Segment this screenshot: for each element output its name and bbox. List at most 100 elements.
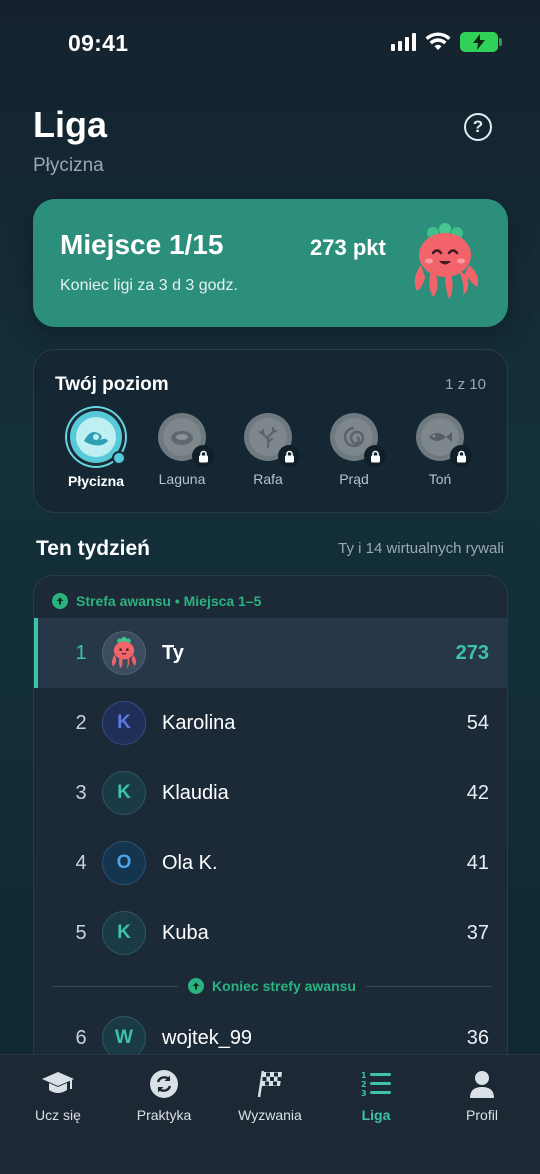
rank-points: 273 pkt (310, 235, 386, 260)
tab-wyzwania[interactable]: Wyzwania (216, 1069, 324, 1123)
divider (365, 985, 492, 987)
status-icons (391, 32, 502, 52)
league-subtitle: Płycizna (33, 155, 104, 176)
tab-label: Ucz się (35, 1107, 81, 1123)
arrow-up-circle-icon (52, 593, 68, 609)
svg-text:2: 2 (361, 1080, 367, 1089)
level-label: Płycizna (67, 473, 125, 489)
leaderboard-row[interactable]: 3 K Klaudia 42 (34, 758, 507, 828)
leaderboard-row[interactable]: 5 K Kuba 37 (34, 898, 507, 968)
rank-number: 3 (75, 781, 87, 804)
tab-bar: Ucz się Praktyka Wyzwania 1 2 3 Liga Pro… (0, 1054, 540, 1174)
leaderboard-row[interactable]: 4 O Ola K. 41 (34, 828, 507, 898)
promotion-zone-label: Strefa awansu • Miejsca 1–5 (76, 593, 262, 609)
current-icon (343, 426, 365, 448)
arrow-up-circle-icon (188, 978, 205, 994)
lock-icon (192, 445, 214, 467)
level-item-laguna[interactable]: Laguna (139, 413, 225, 487)
svg-text:3: 3 (361, 1089, 367, 1098)
help-button[interactable]: ? (464, 113, 492, 141)
promotion-zone-end: Koniec strefy awansu (52, 974, 492, 998)
level-card: Twój poziom 1 z 10 Płycizna Laguna Rafa … (33, 349, 508, 513)
coral-icon (258, 426, 278, 449)
lock-icon (364, 445, 386, 467)
player-points: 273 (455, 641, 489, 664)
signal-icon (391, 33, 416, 51)
level-label: Prąd (339, 471, 369, 487)
player-points: 54 (466, 711, 489, 734)
avatar: K (102, 771, 146, 815)
level-label: Rafa (253, 471, 283, 487)
tab-label: Wyzwania (238, 1107, 302, 1123)
wave-icon (84, 432, 108, 446)
tab-label: Praktyka (136, 1107, 192, 1123)
level-badge (330, 413, 386, 467)
battery-icon (460, 32, 502, 52)
rank-place: Miejsce 1/15 (60, 229, 224, 260)
promotion-zone-end-label: Koniec strefy awansu (212, 978, 356, 994)
tab-label: Liga (361, 1107, 391, 1123)
level-badge (70, 411, 126, 465)
week-subtitle: Ty i 14 wirtualnych rywali (338, 540, 504, 557)
player-name: Klaudia (162, 781, 229, 804)
player-name: wojtek_99 (162, 1026, 253, 1049)
lagoon-icon (171, 431, 193, 445)
rank-number: 6 (75, 1026, 87, 1049)
week-title: Ten tydzień (36, 537, 150, 560)
page-title: Liga (33, 104, 108, 145)
player-name: Ty (162, 641, 184, 664)
player-name: Kuba (162, 921, 209, 944)
rank-number: 4 (75, 851, 87, 874)
level-badge (416, 413, 472, 467)
level-badge (158, 413, 214, 467)
tab-liga[interactable]: 1 2 3 Liga (322, 1069, 430, 1123)
player-points: 36 (466, 1026, 489, 1049)
rank-number: 5 (75, 921, 87, 944)
refresh-icon (150, 1070, 178, 1098)
avatar: K (102, 701, 146, 745)
level-item-plycizna[interactable]: Płycizna (53, 411, 139, 489)
status-bar: 09:41 (0, 0, 540, 88)
level-item-prad[interactable]: Prąd (311, 413, 397, 487)
status-time: 09:41 (68, 30, 129, 56)
lock-icon (278, 445, 300, 467)
leaderboard-row[interactable]: 2 K Karolina 54 (34, 688, 507, 758)
fish-icon (429, 432, 452, 442)
avatar (102, 631, 146, 675)
level-count: 1 z 10 (445, 376, 486, 393)
current-level-dot (112, 451, 126, 465)
level-label: Laguna (158, 471, 206, 487)
person-icon (470, 1071, 494, 1098)
question-circle-icon: ? (472, 117, 484, 136)
avatar: K (102, 911, 146, 955)
octopus-avatar-icon (111, 636, 137, 669)
tab-profil[interactable]: Profil (428, 1069, 536, 1123)
svg-text:1: 1 (361, 1071, 367, 1080)
player-name: Ola K. (162, 851, 218, 874)
level-badge (244, 413, 300, 467)
level-title: Twój poziom (55, 374, 169, 395)
level-item-rafa[interactable]: Rafa (225, 413, 311, 487)
player-points: 41 (466, 851, 489, 874)
checkered-flag-icon (257, 1070, 282, 1098)
leaderboard-row-me[interactable]: 1 Ty 273 (34, 618, 507, 688)
tab-praktyka[interactable]: Praktyka (110, 1069, 218, 1123)
league-end-countdown: Koniec ligi za 3 d 3 godz. (60, 277, 238, 294)
promotion-zone-header: Strefa awansu • Miejsca 1–5 (52, 593, 261, 609)
player-name: Karolina (162, 711, 236, 734)
divider (52, 985, 179, 987)
avatar: O (102, 841, 146, 885)
player-points: 37 (466, 921, 489, 944)
level-label: Toń (428, 471, 452, 487)
octopus-mascot-icon (414, 223, 478, 299)
player-points: 42 (466, 781, 489, 804)
graduation-cap-icon (42, 1072, 74, 1093)
rank-number: 2 (75, 711, 87, 734)
level-item-ton[interactable]: Toń (397, 413, 483, 487)
rank-card: Miejsce 1/15 273 pkt Koniec ligi za 3 d … (33, 199, 508, 327)
tab-ucz-sie[interactable]: Ucz się (4, 1069, 112, 1123)
tab-label: Profil (466, 1107, 498, 1123)
ranked-list-icon: 1 2 3 (361, 1071, 391, 1098)
wifi-icon (425, 32, 451, 50)
rank-number: 1 (75, 641, 87, 664)
